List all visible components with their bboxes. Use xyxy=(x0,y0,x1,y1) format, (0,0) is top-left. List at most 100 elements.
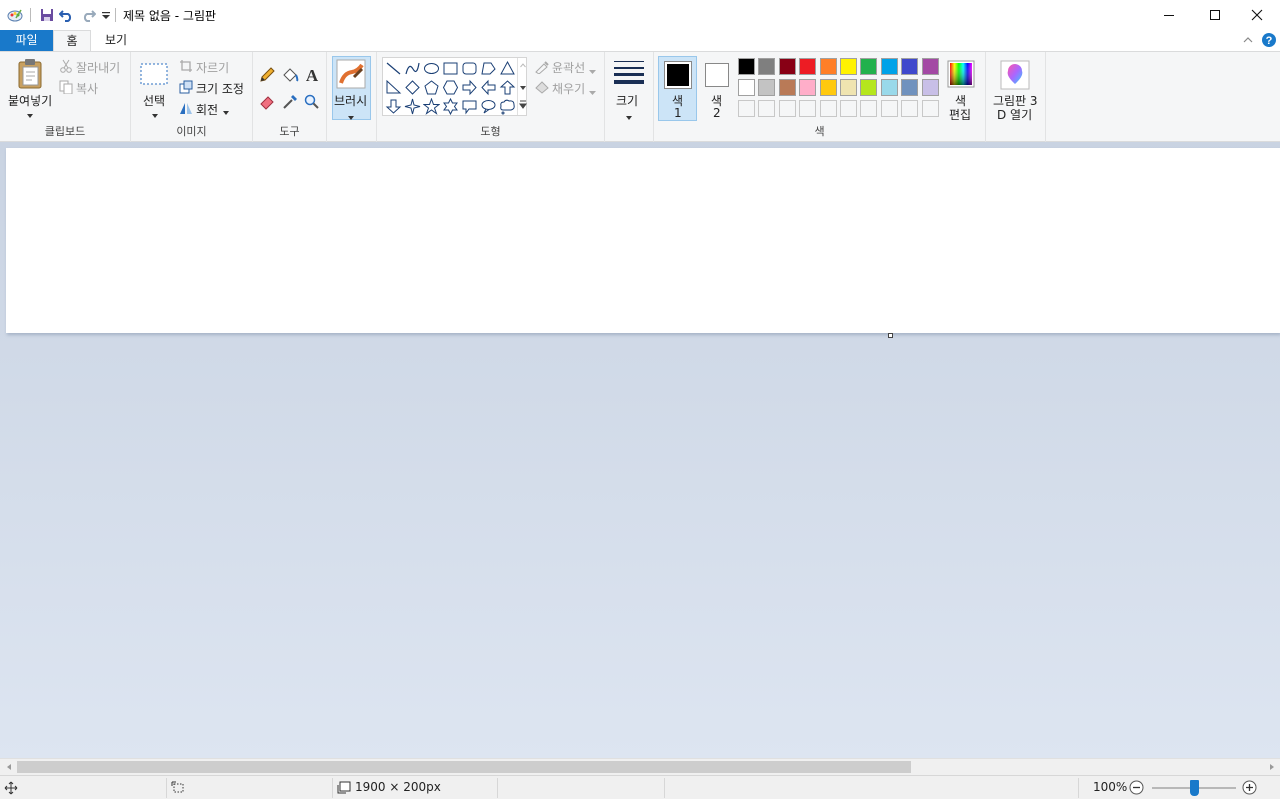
zoom-in-icon[interactable] xyxy=(1242,780,1257,798)
curve-shape-icon[interactable] xyxy=(404,60,421,77)
palette-swatch[interactable] xyxy=(921,58,939,75)
zoom-out-icon[interactable] xyxy=(1129,780,1144,798)
custom-color-slot[interactable] xyxy=(840,100,857,117)
scroll-left-icon[interactable] xyxy=(0,759,17,775)
paste-dropdown-icon[interactable] xyxy=(26,108,34,122)
custom-color-slot[interactable] xyxy=(799,100,817,117)
palette-swatch[interactable] xyxy=(880,79,898,96)
scrollbar-thumb[interactable] xyxy=(17,761,911,773)
down-arrow-shape-icon[interactable] xyxy=(385,98,402,115)
palette-swatch[interactable] xyxy=(921,79,939,96)
custom-color-slot[interactable] xyxy=(738,100,755,117)
zoom-slider-thumb[interactable] xyxy=(1190,780,1199,796)
fill-dropdown-icon[interactable] xyxy=(589,85,596,99)
line-shape-icon[interactable] xyxy=(385,60,402,77)
six-point-star-shape-icon[interactable] xyxy=(442,97,459,116)
polygon-shape-icon[interactable] xyxy=(480,60,497,77)
drawing-canvas[interactable] xyxy=(6,148,1280,333)
select-icon[interactable] xyxy=(140,63,168,88)
resize-button[interactable]: 크기 조정 xyxy=(196,80,244,97)
right-triangle-shape-icon[interactable] xyxy=(385,79,402,96)
copy-button[interactable]: 복사 xyxy=(76,80,98,97)
custom-color-slot[interactable] xyxy=(778,100,796,117)
tab-home[interactable]: 홈 xyxy=(53,30,91,52)
minimize-button[interactable] xyxy=(1146,0,1192,30)
palette-swatch[interactable] xyxy=(901,79,919,96)
text-icon[interactable]: A xyxy=(304,66,320,87)
scroll-right-icon[interactable] xyxy=(1263,759,1280,775)
palette-swatch[interactable] xyxy=(860,79,878,96)
horizontal-scrollbar[interactable] xyxy=(0,758,1280,775)
tab-view[interactable]: 보기 xyxy=(92,30,140,51)
palette-swatch[interactable] xyxy=(901,58,919,75)
five-point-star-shape-icon[interactable] xyxy=(422,97,441,115)
tab-file[interactable]: 파일 xyxy=(0,30,53,51)
crop-button[interactable]: 자르기 xyxy=(196,59,229,76)
palette-swatch[interactable] xyxy=(840,58,857,75)
outline-dropdown-icon[interactable] xyxy=(589,64,596,78)
undo-icon[interactable] xyxy=(58,6,76,24)
custom-color-slot[interactable] xyxy=(921,100,939,117)
pentagon-shape-icon[interactable] xyxy=(423,79,440,96)
save-icon[interactable] xyxy=(38,6,56,24)
custom-color-slot[interactable] xyxy=(880,100,898,117)
palette-swatch[interactable] xyxy=(880,58,898,75)
outline-button[interactable]: 윤곽선 xyxy=(552,59,585,76)
paint-app-icon[interactable] xyxy=(6,6,24,24)
palette-swatch[interactable] xyxy=(799,58,817,75)
magnifier-icon[interactable] xyxy=(304,94,320,113)
fill-button[interactable]: 채우기 xyxy=(552,80,585,97)
custom-color-slot[interactable] xyxy=(860,100,878,117)
custom-color-slot[interactable] xyxy=(901,100,919,117)
color2-swatch[interactable] xyxy=(705,63,729,87)
redo-icon[interactable] xyxy=(79,6,97,24)
triangle-shape-icon[interactable] xyxy=(499,60,516,77)
edit-colors-icon[interactable] xyxy=(947,60,975,91)
custom-color-slot[interactable] xyxy=(758,100,776,117)
shapes-scrollbar[interactable] xyxy=(517,58,527,115)
color-picker-icon[interactable] xyxy=(282,94,298,113)
select-button[interactable]: 선택 xyxy=(143,92,165,109)
custom-color-slot[interactable] xyxy=(819,100,837,117)
palette-swatch[interactable] xyxy=(758,58,776,75)
cloud-callout-shape-icon[interactable] xyxy=(499,98,516,115)
rotate-dropdown-icon[interactable] xyxy=(222,105,230,119)
right-arrow-shape-icon[interactable] xyxy=(461,79,478,96)
palette-swatch[interactable] xyxy=(778,58,796,75)
up-arrow-shape-icon[interactable] xyxy=(499,79,516,96)
collapse-ribbon-icon[interactable] xyxy=(1241,33,1255,47)
left-arrow-shape-icon[interactable] xyxy=(480,79,497,96)
palette-swatch[interactable] xyxy=(860,58,878,75)
size-button[interactable]: 크기 xyxy=(616,92,638,109)
paste-icon[interactable] xyxy=(16,58,46,93)
palette-swatch[interactable] xyxy=(799,79,817,96)
help-icon[interactable]: ? xyxy=(1261,32,1277,48)
rotate-button[interactable]: 회전 xyxy=(196,101,218,118)
diamond-shape-icon[interactable] xyxy=(404,79,421,96)
oval-callout-shape-icon[interactable] xyxy=(480,98,497,115)
palette-swatch[interactable] xyxy=(819,58,837,75)
close-button[interactable] xyxy=(1234,0,1280,30)
oval-shape-icon[interactable] xyxy=(423,60,440,77)
eraser-icon[interactable] xyxy=(259,94,275,113)
palette-swatch[interactable] xyxy=(758,79,776,96)
rounded-rectangle-shape-icon[interactable] xyxy=(461,60,478,77)
maximize-button[interactable] xyxy=(1192,0,1238,30)
cut-button[interactable]: 잘라내기 xyxy=(76,59,120,76)
paste-button[interactable]: 붙여넣기 xyxy=(8,92,52,109)
paint3d-label-2[interactable]: D 열기 xyxy=(997,106,1032,123)
color1-swatch[interactable] xyxy=(664,61,692,89)
palette-swatch[interactable] xyxy=(840,79,857,96)
palette-swatch[interactable] xyxy=(738,79,755,96)
brushes-dropdown-icon[interactable] xyxy=(347,110,355,124)
paint3d-icon[interactable] xyxy=(1000,60,1030,93)
palette-swatch[interactable] xyxy=(819,79,837,96)
zoom-slider[interactable] xyxy=(1152,780,1236,796)
brush-icon[interactable] xyxy=(336,59,366,92)
rectangle-shape-icon[interactable] xyxy=(442,60,459,77)
palette-swatch[interactable] xyxy=(738,58,755,75)
palette-swatch[interactable] xyxy=(778,79,796,96)
four-point-star-shape-icon[interactable] xyxy=(404,98,421,115)
size-dropdown-icon[interactable] xyxy=(625,110,633,124)
select-dropdown-icon[interactable] xyxy=(151,108,159,122)
